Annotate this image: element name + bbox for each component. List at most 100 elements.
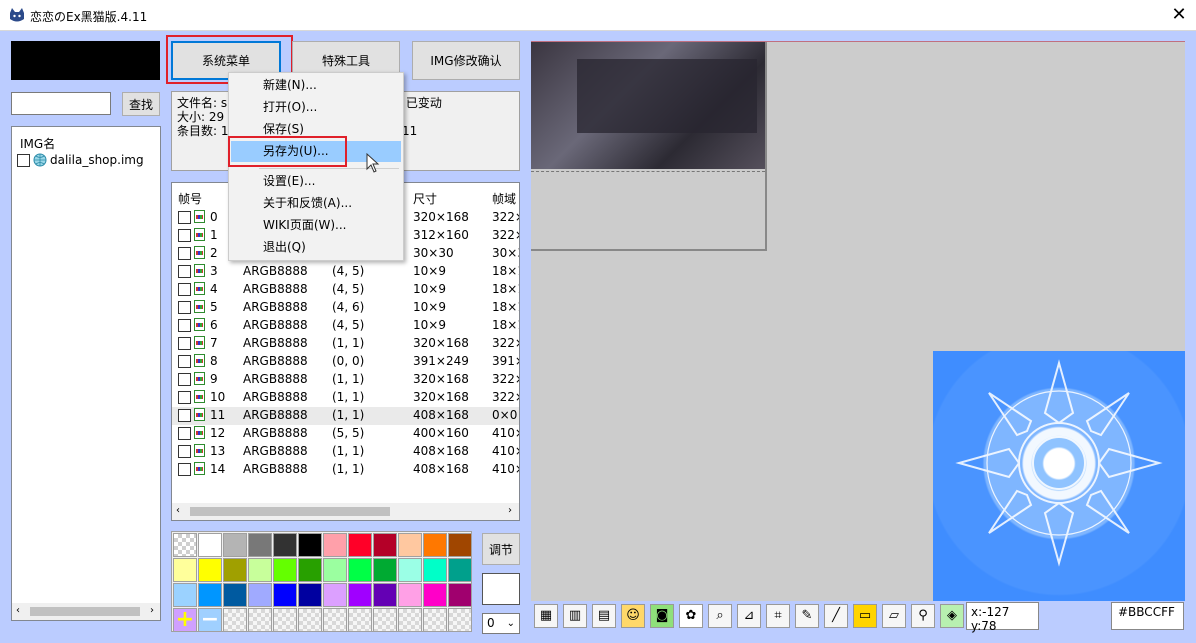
menu-item[interactable]: 打开(O)... bbox=[231, 97, 401, 118]
empty-color-slot[interactable] bbox=[448, 608, 472, 632]
empty-color-slot[interactable] bbox=[248, 608, 272, 632]
row-checkbox[interactable] bbox=[178, 355, 191, 368]
layer-select[interactable]: 0 ⌄ bbox=[482, 613, 520, 634]
crop-icon[interactable]: ⌗ bbox=[766, 604, 790, 628]
canvas-icon[interactable]: ▦ bbox=[534, 604, 558, 628]
color-swatch[interactable] bbox=[398, 558, 422, 582]
row-checkbox[interactable] bbox=[178, 391, 191, 404]
empty-color-slot[interactable] bbox=[223, 608, 247, 632]
film-icon[interactable]: ▤ bbox=[592, 604, 616, 628]
color-swatch[interactable] bbox=[198, 583, 222, 607]
color-swatch[interactable] bbox=[398, 533, 422, 557]
color-swatch[interactable] bbox=[298, 583, 322, 607]
scrollbar-thumb[interactable] bbox=[190, 507, 390, 516]
image-canvas[interactable] bbox=[531, 41, 1185, 601]
color-swatch[interactable] bbox=[273, 583, 297, 607]
empty-color-slot[interactable] bbox=[423, 608, 447, 632]
color-swatch[interactable] bbox=[348, 533, 372, 557]
line-icon[interactable]: ╱ bbox=[824, 604, 848, 628]
menu-item[interactable]: 设置(E)... bbox=[231, 171, 401, 192]
menu-item[interactable]: WIKI页面(W)... bbox=[231, 215, 401, 236]
row-checkbox[interactable] bbox=[178, 463, 191, 476]
color-swatch[interactable] bbox=[198, 558, 222, 582]
palette-icon[interactable]: ▥ bbox=[563, 604, 587, 628]
current-color-preview[interactable] bbox=[482, 573, 520, 605]
table-row[interactable]: 12 ARGB8888 (5, 5) 400×160 410× bbox=[172, 425, 519, 443]
row-checkbox[interactable] bbox=[178, 409, 191, 422]
color-swatch[interactable] bbox=[298, 533, 322, 557]
scrollbar-thumb[interactable] bbox=[30, 607, 140, 616]
row-checkbox[interactable] bbox=[178, 373, 191, 386]
color-swatch[interactable] bbox=[448, 533, 472, 557]
color-swatch[interactable] bbox=[448, 583, 472, 607]
empty-color-slot[interactable] bbox=[273, 608, 297, 632]
cat-icon[interactable]: ☺ bbox=[621, 604, 645, 628]
img-list[interactable]: IMG名 dalila_shop.img ‹ › bbox=[11, 126, 161, 621]
color-swatch[interactable] bbox=[198, 533, 222, 557]
row-checkbox[interactable] bbox=[178, 211, 191, 224]
table-row[interactable]: 13 ARGB8888 (1, 1) 408×168 410× bbox=[172, 443, 519, 461]
color-swatch[interactable] bbox=[248, 558, 272, 582]
color-swatch[interactable] bbox=[373, 558, 397, 582]
color-swatch[interactable] bbox=[248, 533, 272, 557]
table-row[interactable]: 3 ARGB8888 (4, 5) 10×9 18×1 bbox=[172, 263, 519, 281]
color-swatch[interactable] bbox=[373, 533, 397, 557]
row-checkbox[interactable] bbox=[178, 427, 191, 440]
color-swatch[interactable] bbox=[448, 558, 472, 582]
color-swatch[interactable] bbox=[223, 533, 247, 557]
color-swatch[interactable] bbox=[373, 583, 397, 607]
row-checkbox[interactable] bbox=[178, 445, 191, 458]
color-swatch[interactable] bbox=[423, 533, 447, 557]
list-item[interactable]: dalila_shop.img bbox=[17, 153, 144, 167]
empty-color-slot[interactable] bbox=[298, 608, 322, 632]
horizontal-scrollbar[interactable]: ‹ › bbox=[12, 603, 160, 620]
column-header-size[interactable]: 尺寸 bbox=[413, 190, 437, 207]
color-swatch[interactable] bbox=[273, 558, 297, 582]
empty-color-slot[interactable] bbox=[398, 608, 422, 632]
color-swatch[interactable] bbox=[223, 558, 247, 582]
color-swatch[interactable] bbox=[348, 583, 372, 607]
color-swatch[interactable] bbox=[298, 558, 322, 582]
table-row[interactable]: 7 ARGB8888 (1, 1) 320×168 322× bbox=[172, 335, 519, 353]
row-checkbox[interactable] bbox=[178, 301, 191, 314]
color-swatch[interactable] bbox=[323, 583, 347, 607]
menu-item[interactable]: 关于和反馈(A)... bbox=[231, 193, 401, 214]
find-button[interactable]: 查找 bbox=[122, 92, 160, 116]
scroll-left-icon[interactable]: ‹ bbox=[176, 505, 180, 516]
eyedropper-icon[interactable]: ⚲ bbox=[911, 604, 935, 628]
color-swatch[interactable] bbox=[248, 583, 272, 607]
menu-item[interactable]: 新建(N)... bbox=[231, 75, 401, 96]
table-row[interactable]: 14 ARGB8888 (1, 1) 408×168 410× bbox=[172, 461, 519, 479]
search-input[interactable] bbox=[11, 92, 111, 115]
adjust-button[interactable]: 调节 bbox=[482, 533, 520, 565]
magnifier-icon[interactable]: ⌕ bbox=[708, 604, 732, 628]
color-swatch[interactable] bbox=[423, 583, 447, 607]
color-swatch[interactable] bbox=[273, 533, 297, 557]
color-swatch[interactable] bbox=[398, 583, 422, 607]
align-icon[interactable]: ⊿ bbox=[737, 604, 761, 628]
empty-color-slot[interactable] bbox=[323, 608, 347, 632]
remove-color-icon[interactable]: − bbox=[198, 608, 222, 632]
table-row[interactable]: 5 ARGB8888 (4, 6) 10×9 18×1 bbox=[172, 299, 519, 317]
color-swatch[interactable] bbox=[173, 583, 197, 607]
color-palette[interactable]: + − bbox=[171, 531, 472, 632]
table-row[interactable]: 4 ARGB8888 (4, 5) 10×9 18×1 bbox=[172, 281, 519, 299]
table-row[interactable]: 8 ARGB8888 (0, 0) 391×249 391× bbox=[172, 353, 519, 371]
img-checkbox[interactable] bbox=[17, 153, 30, 167]
column-header-frame[interactable]: 帧号 bbox=[178, 190, 202, 207]
row-checkbox[interactable] bbox=[178, 319, 191, 332]
color-swatch[interactable] bbox=[223, 583, 247, 607]
table-row[interactable]: 9 ARGB8888 (1, 1) 320×168 322× bbox=[172, 371, 519, 389]
row-checkbox[interactable] bbox=[178, 265, 191, 278]
empty-color-slot[interactable] bbox=[348, 608, 372, 632]
close-icon[interactable]: ✕ bbox=[1162, 0, 1196, 31]
horizontal-scrollbar[interactable]: ‹ › bbox=[172, 503, 519, 520]
table-row[interactable]: 11 ARGB8888 (1, 1) 408×168 0×0 bbox=[172, 407, 519, 425]
table-row[interactable]: 6 ARGB8888 (4, 5) 10×9 18×1 bbox=[172, 317, 519, 335]
add-color-icon[interactable]: + bbox=[173, 608, 197, 632]
color-swatch[interactable] bbox=[323, 558, 347, 582]
scroll-right-icon[interactable]: › bbox=[150, 605, 154, 616]
img-confirm-button[interactable]: IMG修改确认 bbox=[412, 41, 520, 80]
column-header-domain[interactable]: 帧域 bbox=[492, 190, 516, 207]
scroll-left-icon[interactable]: ‹ bbox=[16, 605, 20, 616]
